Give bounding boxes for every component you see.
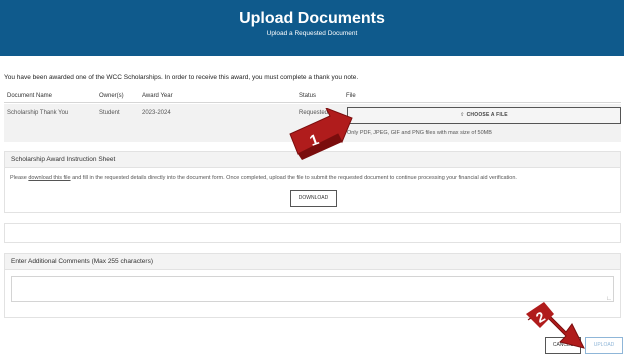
owner-cell: Student: [99, 110, 120, 116]
page-subtitle: Upload a Requested Document: [266, 30, 358, 37]
column-document-name: Document Name: [7, 93, 53, 99]
page-title: Upload Documents: [239, 10, 385, 27]
column-file: File: [346, 93, 356, 99]
download-button[interactable]: DOWNLOAD: [290, 190, 337, 207]
arrow-callout-icon: 1: [289, 108, 353, 160]
instruction-text-prefix: Please: [10, 175, 29, 181]
choose-file-label: CHOOSE A FILE: [466, 112, 508, 118]
instruction-text-suffix: and fill in the requested details direct…: [70, 175, 517, 181]
arrow-callout-icon: 2: [526, 302, 585, 349]
resize-grip-icon[interactable]: ∟: [606, 296, 612, 302]
award-intro-text: You have been awarded one of the WCC Sch…: [4, 74, 359, 81]
page-header: Upload Documents Upload a Requested Docu…: [0, 0, 624, 56]
column-award-year: Award Year: [142, 93, 173, 99]
document-name-cell: Scholarship Thank You: [7, 110, 69, 116]
upload-icon: ⇧: [460, 112, 465, 118]
file-type-hint: Only PDF, JPEG, GIF and PNG files with m…: [347, 130, 492, 136]
empty-panel: [4, 223, 621, 243]
comments-panel-title: Enter Additional Comments (Max 255 chara…: [5, 254, 620, 270]
documents-table-header: Document Name Owner(s) Award Year Status…: [4, 90, 621, 103]
choose-file-button[interactable]: ⇧ CHOOSE A FILE: [347, 107, 621, 124]
instruction-text: Please download this file and fill in th…: [10, 175, 517, 181]
download-this-file-link[interactable]: download this file: [28, 175, 70, 181]
award-year-cell: 2023-2024: [142, 110, 171, 116]
column-status: Status: [299, 93, 317, 99]
column-owners: Owner(s): [99, 93, 124, 99]
comments-textarea[interactable]: [11, 276, 614, 302]
